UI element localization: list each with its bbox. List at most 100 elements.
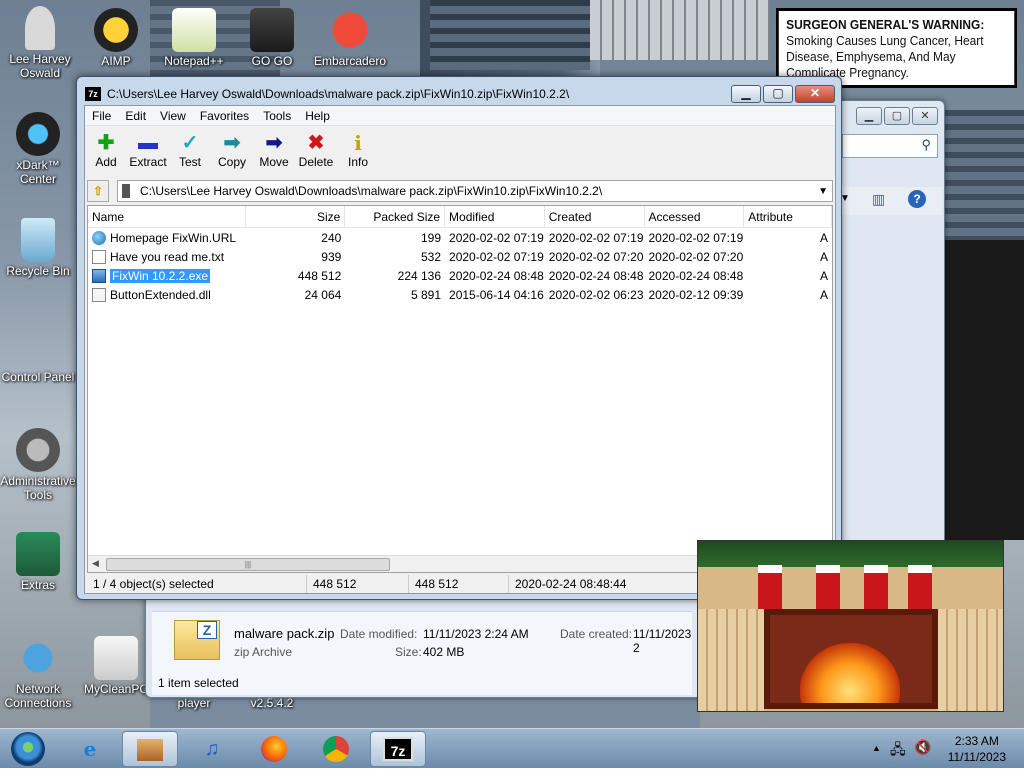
- ie-icon: e: [83, 737, 97, 761]
- desktop-icon-mycleanpc[interactable]: MyCleanPC: [78, 636, 154, 696]
- menu-file[interactable]: File: [85, 106, 118, 125]
- maximize-button[interactable]: ▢: [884, 107, 910, 125]
- menu-tools[interactable]: Tools: [256, 106, 298, 125]
- desktop-icon-label: Lee Harvey Oswald: [9, 52, 71, 80]
- file-name: Have you read me.txt: [110, 249, 225, 264]
- details-size-value: 402 MB: [423, 645, 465, 659]
- start-button[interactable]: [2, 731, 54, 767]
- taskbar-7zip[interactable]: 7z: [370, 731, 426, 767]
- column-created[interactable]: Created: [545, 206, 645, 227]
- toolbar: ✚ Add ▬ Extract ✓ Test ➡ Copy ➡ Move ✖ Delete …: [85, 127, 379, 177]
- taskbar-internet-explorer[interactable]: e: [62, 731, 118, 767]
- desktop-icon-xdark-center[interactable]: xDark™ Center: [0, 112, 76, 186]
- scrollbar-thumb[interactable]: |||: [106, 558, 390, 571]
- file-created: 2020-02-02 07:20: [548, 249, 644, 264]
- minimize-button[interactable]: ▁: [731, 85, 761, 103]
- table-row-selected[interactable]: FixWin 10.2.2.exe 448 512 224 136 2020-0…: [88, 266, 832, 285]
- desktop-icon-embarcadero[interactable]: Embarcadero: [312, 8, 388, 68]
- move-label: Move: [259, 155, 289, 169]
- stocking: [864, 565, 888, 609]
- details-file-name: malware pack.zip: [234, 626, 335, 641]
- info-icon: i: [354, 131, 362, 155]
- title-bar[interactable]: 7z C:\Users\Lee Harvey Oswald\Downloads\…: [85, 85, 569, 103]
- table-row[interactable]: Have you read me.txt 939 532 2020-02-02 …: [88, 247, 832, 266]
- folder-icon: [16, 532, 60, 576]
- extract-button[interactable]: ▬ Extract: [127, 127, 169, 177]
- maximize-button[interactable]: ▢: [763, 85, 793, 103]
- column-size[interactable]: Size: [246, 206, 346, 227]
- fireplace-gadget: [697, 540, 1004, 712]
- clock[interactable]: 2:33 AM 11/11/2023: [948, 733, 1006, 765]
- file-modified: 2015-06-14 04:16: [449, 287, 544, 302]
- move-button[interactable]: ➡ Move: [253, 127, 295, 177]
- move-arrow-icon: ➡: [265, 132, 283, 154]
- desktop-icon-recycle-bin[interactable]: Recycle Bin: [0, 218, 76, 278]
- file-size: 24 064: [304, 287, 342, 302]
- table-row[interactable]: ButtonExtended.dll 24 064 5 891 2015-06-…: [88, 285, 832, 304]
- scroll-left-arrow-icon[interactable]: ◀: [92, 558, 99, 569]
- menu-help[interactable]: Help: [298, 106, 337, 125]
- taskbar-firefox[interactable]: [246, 731, 302, 767]
- desktop-icon-extras[interactable]: Extras: [0, 532, 76, 592]
- desktop-icon-label: Network Connections: [4, 682, 72, 710]
- taskbar-chrome[interactable]: [308, 731, 364, 767]
- desktop-icon-network-connections[interactable]: Network Connections: [0, 636, 76, 710]
- file-modified: 2020-02-24 08:48: [449, 268, 544, 283]
- minimize-button[interactable]: ▁: [856, 107, 882, 125]
- test-button[interactable]: ✓ Test: [169, 127, 211, 177]
- stocking: [908, 565, 932, 609]
- delete-button[interactable]: ✖ Delete: [295, 127, 337, 177]
- desktop-icon-aimp[interactable]: AIMP: [78, 8, 154, 68]
- file-size: 240: [321, 230, 342, 245]
- desktop-icon-control-panel[interactable]: Control Panel: [0, 324, 76, 384]
- menu-favorites[interactable]: Favorites: [193, 106, 256, 125]
- up-folder-button[interactable]: ⇧: [87, 180, 109, 202]
- info-button[interactable]: i Info: [337, 127, 379, 177]
- show-hidden-icons-icon[interactable]: ▲: [872, 743, 881, 753]
- column-modified[interactable]: Modified: [445, 206, 545, 227]
- preview-pane-icon[interactable]: ▥: [872, 191, 885, 208]
- stocking: [816, 565, 840, 609]
- desktop-icon-go-go[interactable]: GO GO: [234, 8, 310, 68]
- column-packed-size[interactable]: Packed Size: [345, 206, 446, 227]
- column-accessed[interactable]: Accessed: [645, 206, 745, 227]
- fireplace-pillar: [938, 609, 1003, 711]
- delete-label: Delete: [298, 155, 334, 169]
- file-list[interactable]: Name Size Packed Size Modified Created A…: [87, 205, 833, 573]
- search-input[interactable]: ⚲: [842, 134, 938, 158]
- menu-edit[interactable]: Edit: [118, 106, 153, 125]
- fire-flames: [800, 643, 900, 703]
- background-building: [430, 0, 590, 70]
- details-size-label: Size:: [395, 645, 422, 659]
- column-attribute[interactable]: Attribute: [744, 206, 832, 227]
- help-icon[interactable]: ?: [908, 190, 926, 208]
- column-name[interactable]: Name: [88, 206, 246, 227]
- desktop-icon-lee-harvey-oswald[interactable]: Lee Harvey Oswald: [2, 6, 78, 80]
- recycle-bin-icon: [21, 218, 55, 262]
- garland: [698, 541, 1003, 567]
- network-tray-icon[interactable]: 🖧: [890, 739, 906, 763]
- desktop-icon-administrative-tools[interactable]: Administrative Tools: [0, 428, 76, 502]
- address-input[interactable]: C:\Users\Lee Harvey Oswald\Downloads\mal…: [117, 180, 833, 202]
- close-button[interactable]: ✕: [795, 85, 835, 103]
- volume-muted-icon[interactable]: 🔇: [914, 739, 931, 756]
- desktop-icon-label: Control Panel: [1, 370, 75, 384]
- file-modified: 2020-02-02 07:19: [449, 249, 544, 264]
- test-label: Test: [178, 155, 201, 169]
- copy-button[interactable]: ➡ Copy: [211, 127, 253, 177]
- chevron-down-icon[interactable]: ▼: [818, 186, 828, 197]
- add-button[interactable]: ✚ Add: [85, 127, 127, 177]
- menu-view[interactable]: View: [153, 106, 193, 125]
- taskbar-music[interactable]: ♫: [184, 731, 240, 767]
- close-button[interactable]: ✕: [912, 107, 938, 125]
- chrome-icon: [323, 736, 349, 762]
- desktop-icon-notepad[interactable]: Notepad++: [156, 8, 232, 68]
- file-manager-icon: [137, 739, 163, 761]
- desktop-icon-v2542[interactable]: v2.5.4.2: [234, 696, 310, 710]
- taskbar: e ♫ 7z ▲ 🖧 🔇 2:33 AM 11/11/2023: [0, 728, 1024, 768]
- sevenzip-window[interactable]: 7z C:\Users\Lee Harvey Oswald\Downloads\…: [76, 76, 842, 600]
- desktop-icon-player[interactable]: player: [156, 696, 232, 710]
- taskbar-explorer[interactable]: [122, 731, 178, 767]
- table-row[interactable]: Homepage FixWin.URL 240 199 2020-02-02 0…: [88, 228, 832, 247]
- details-created-value: 11/11/2023 2: [633, 627, 692, 655]
